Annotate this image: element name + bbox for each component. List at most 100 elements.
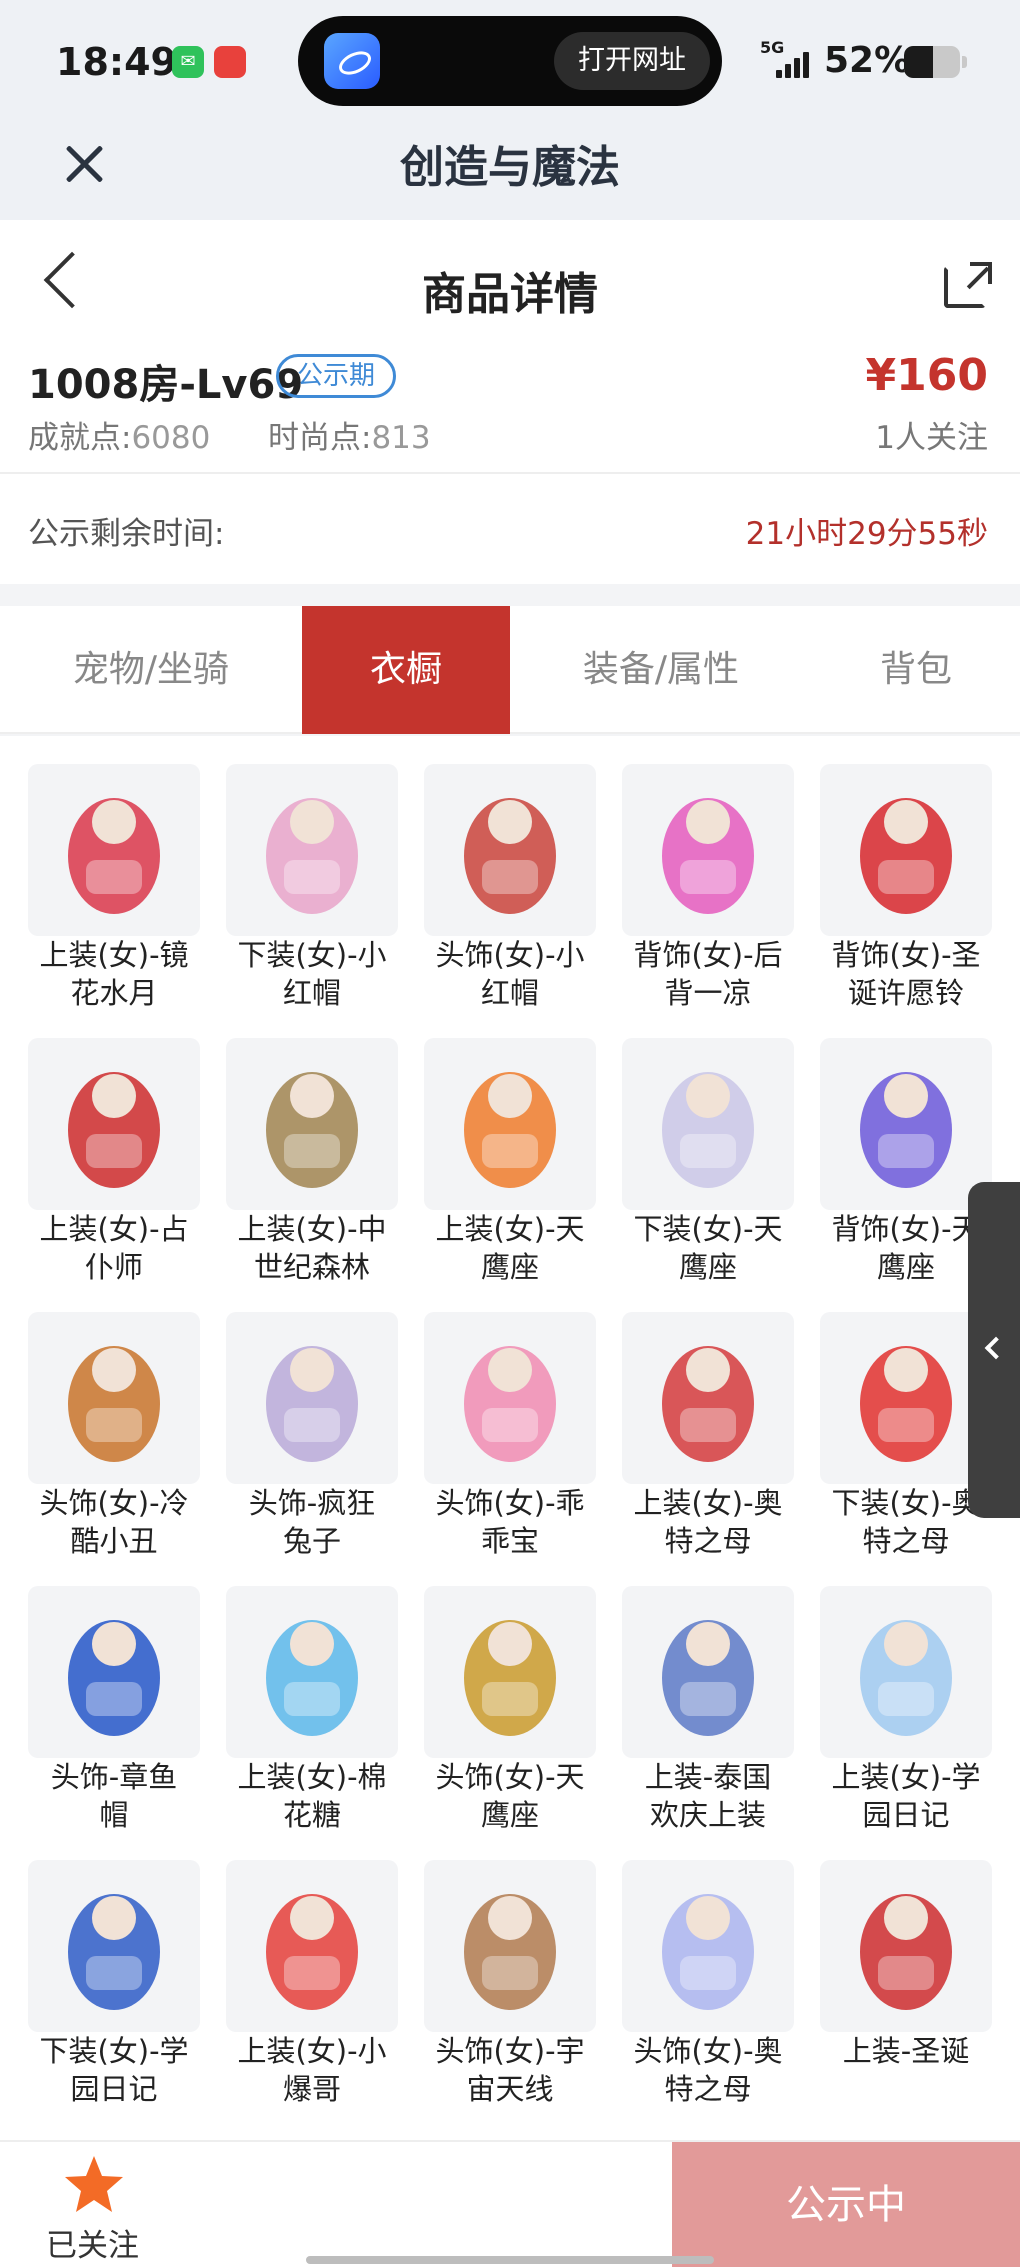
wardrobe-item[interactable]: 下装(女)-奥 特之母 [820,1284,992,1558]
item-image [622,1038,794,1210]
item-label: 下装(女)-天 鹰座 [614,1210,802,1286]
item-label: 上装(女)-小 爆哥 [218,2032,406,2108]
item-image [28,764,200,936]
item-label-line1: 下装(女)-天 [633,1212,783,1246]
wardrobe-item[interactable]: 下装(女)-小 红帽 [226,736,398,1010]
status-time: 18:49 [56,40,177,84]
item-label-line1: 上装(女)-小 [237,2034,387,2068]
tab-pets[interactable]: 宠物/坐骑 [0,606,302,734]
wardrobe-item[interactable]: 上装(女)-学 园日记 [820,1558,992,1832]
battery-cap [962,56,967,68]
item-label: 头饰(女)-奥 特之母 [614,2032,802,2108]
wardrobe-item[interactable]: 上装(女)-中 世纪森林 [226,1010,398,1284]
follower-count: 1人关注 [875,420,988,456]
wardrobe-item[interactable]: 上装(女)-天 鹰座 [424,1010,596,1284]
wardrobe-item[interactable]: 头饰(女)-小 红帽 [424,736,596,1010]
price: ¥160 [865,350,988,401]
wardrobe-item[interactable]: 上装-泰国 欢庆上装 [622,1558,794,1832]
status-button[interactable]: 公示中 [672,2142,1020,2267]
item-label: 上装-泰国 欢庆上装 [614,1758,802,1834]
star-icon[interactable] [62,2152,126,2216]
item-label-line1: 头饰(女)-宇 [435,2034,585,2068]
item-label-line2: 兔子 [282,1524,341,1558]
item-image [226,1312,398,1484]
item-label-line1: 上装(女)-天 [435,1212,585,1246]
tab-bar: 宠物/坐骑 衣橱 装备/属性 背包 [0,606,1020,734]
item-label-line2: 花水月 [70,976,158,1010]
item-label-line1: 头饰(女)-冷 [39,1486,189,1520]
product-info: 1008房-Lv69 公示期 成就点:6080 时尚点:813 ¥160 1人关… [0,340,1020,472]
item-image [28,1038,200,1210]
share-icon[interactable] [944,262,992,308]
wardrobe-item[interactable]: 头饰-疯狂 兔子 [226,1284,398,1558]
item-label: 上装(女)-占 仆师 [20,1210,208,1286]
item-label-line2: 红帽 [282,976,341,1010]
item-label: 上装-圣诞 [812,2032,1000,2070]
item-label-line1: 头饰(女)-乖 [435,1486,585,1520]
wardrobe-item[interactable]: 下装(女)-天 鹰座 [622,1010,794,1284]
item-image [820,764,992,936]
wardrobe-item[interactable]: 头饰(女)-冷 酷小丑 [28,1284,200,1558]
item-label-line1: 上装(女)-学 [831,1760,981,1794]
item-label-line1: 上装(女)-镜 [39,938,189,972]
wardrobe-item[interactable]: 头饰(女)-奥 特之母 [622,1832,794,2106]
item-label: 头饰(女)-宇 宙天线 [416,2032,604,2108]
wardrobe-item[interactable]: 背饰(女)-后 背一凉 [622,736,794,1010]
wardrobe-item[interactable]: 上装-圣诞 [820,1832,992,2106]
item-image [424,1038,596,1210]
item-label: 头饰(女)-小 红帽 [416,936,604,1012]
item-label: 头饰-疯狂 兔子 [218,1484,406,1560]
battery-percent: 52% [824,40,911,81]
tab-backpack[interactable]: 背包 [812,606,1020,734]
item-label-line2: 鹰座 [678,1250,737,1284]
wardrobe-item[interactable]: 下装(女)-学 园日记 [28,1832,200,2106]
tab-equipment[interactable]: 装备/属性 [510,606,812,734]
item-label: 头饰(女)-乖 乖宝 [416,1484,604,1560]
item-label: 上装(女)-中 世纪森林 [218,1210,406,1286]
wardrobe-item[interactable]: 头饰(女)-天 鹰座 [424,1558,596,1832]
side-drawer-handle[interactable] [968,1182,1020,1518]
wardrobe-grid: 上装(女)-镜 花水月 下装(女)-小 红帽 头饰(女)-小 红帽 背饰(女)-后 背一凉 背饰… [0,736,1020,2140]
wardrobe-item[interactable]: 上装(女)-奥 特之母 [622,1284,794,1558]
item-image [28,1312,200,1484]
wardrobe-item[interactable]: 头饰-章鱼帽 [28,1558,200,1832]
item-label: 头饰-章鱼帽 [20,1758,208,1834]
item-label: 上装(女)-镜 花水月 [20,936,208,1012]
achievement-stat: 成就点:6080 [28,412,210,457]
item-label-line2: 诞许愿铃 [847,976,964,1010]
item-label-line2: 特之母 [664,2072,752,2106]
wardrobe-item[interactable]: 上装(女)-小 爆哥 [226,1832,398,2106]
item-label-line1: 背饰(女)-后 [633,938,783,972]
battery-icon [904,46,960,78]
item-label-line2: 园日记 [70,2072,158,2106]
open-url-button[interactable]: 打开网址 [554,32,710,90]
item-image [424,1586,596,1758]
wardrobe-item[interactable]: 背饰(女)-天 鹰座 [820,1010,992,1284]
follow-label[interactable]: 已关注 [46,2220,139,2265]
status-badge: 公示期 [276,354,397,398]
wardrobe-item[interactable]: 上装(女)-占 仆师 [28,1010,200,1284]
wardrobe-item[interactable]: 上装(女)-棉 花糖 [226,1558,398,1832]
item-label-line2: 鹰座 [480,1250,539,1284]
item-image [820,1860,992,2032]
item-label-line2: 酷小丑 [70,1524,158,1558]
item-label-line1: 头饰(女)-奥 [633,2034,783,2068]
fashion-stat: 时尚点:813 [268,412,431,457]
tab-wardrobe[interactable]: 衣橱 [302,606,510,734]
item-image [226,1860,398,2032]
wardrobe-item[interactable]: 上装(女)-镜 花水月 [28,736,200,1010]
wardrobe-item[interactable]: 背饰(女)-圣 诞许愿铃 [820,736,992,1010]
item-label-line2: 背一凉 [664,976,752,1010]
home-indicator [306,2256,714,2264]
item-image [28,1586,200,1758]
dynamic-island: 打开网址 [298,16,722,106]
item-label: 上装(女)-学 园日记 [812,1758,1000,1834]
item-label-line1: 上装(女)-奥 [633,1486,783,1520]
fashion-label: 时尚点: [268,420,372,456]
wardrobe-item[interactable]: 头饰(女)-宇 宙天线 [424,1832,596,2106]
item-label-line2: 爆哥 [282,2072,341,2106]
wardrobe-item[interactable]: 头饰(女)-乖 乖宝 [424,1284,596,1558]
achievement-label: 成就点: [28,420,132,456]
page-title: 商品详情 [422,269,598,320]
browser-app-icon [324,33,380,89]
